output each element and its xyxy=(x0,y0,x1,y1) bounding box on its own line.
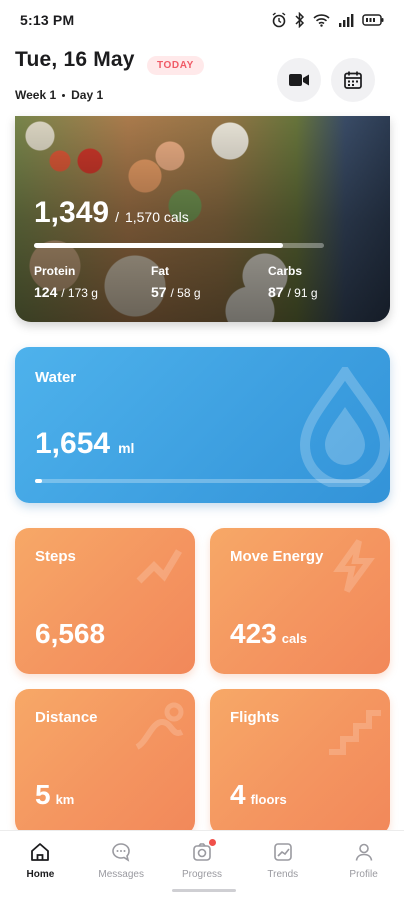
water-drop-icon xyxy=(299,367,390,487)
macro-protein: Protein 124 / 173 g xyxy=(34,264,98,300)
move-energy-label: Move Energy xyxy=(230,548,324,565)
chat-bubble-icon xyxy=(112,843,130,862)
macro-label: Fat xyxy=(151,264,169,278)
stairs-icon xyxy=(329,710,381,755)
video-button[interactable] xyxy=(277,58,321,102)
calendar-button[interactable] xyxy=(331,58,375,102)
tab-label: Home xyxy=(26,869,55,880)
water-value: 1,654 ml xyxy=(35,427,134,461)
steps-value: 6,568 xyxy=(35,618,105,650)
water-progress-fill xyxy=(35,479,42,483)
tab-label: Profile xyxy=(349,869,378,880)
separator-dot xyxy=(62,93,66,97)
profile-person-icon xyxy=(355,843,372,861)
macro-value: 57 / 58 g xyxy=(151,284,201,300)
macro-label: Protein xyxy=(34,264,76,278)
today-badge[interactable]: TODAY xyxy=(147,56,204,75)
flights-tile[interactable]: Flights 4 floors xyxy=(210,689,390,835)
move-energy-value: 423 cals xyxy=(230,618,307,650)
flights-unit: floors xyxy=(250,792,287,807)
macro-fat: Fat 57 / 58 g xyxy=(151,264,201,300)
water-progress-bar xyxy=(35,479,370,483)
distance-label: Distance xyxy=(35,709,98,726)
bluetooth-icon xyxy=(295,12,305,28)
tab-home[interactable]: Home xyxy=(0,831,81,900)
status-time: 5:13 PM xyxy=(20,12,75,28)
macro-carbs: Carbs 87 / 91 g xyxy=(268,264,318,300)
calories-slash: / xyxy=(115,209,119,225)
calories-progress-fill xyxy=(34,243,284,248)
distance-amount: 5 xyxy=(35,779,51,810)
day-label: Day 1 xyxy=(71,88,104,102)
distance-tile[interactable]: Distance 5 km xyxy=(15,689,195,835)
week-day-line: Week 1 Day 1 xyxy=(15,88,103,102)
steps-label: Steps xyxy=(35,548,76,565)
calories-consumed: 1,349 xyxy=(34,196,110,229)
steps-icon xyxy=(136,549,183,584)
water-amount: 1,654 xyxy=(35,427,111,460)
distance-unit: km xyxy=(55,792,75,807)
macro-label: Carbs xyxy=(268,264,303,278)
water-label: Water xyxy=(35,369,77,386)
alarm-icon xyxy=(272,12,286,28)
water-card[interactable]: Water 1,654 ml xyxy=(15,347,390,503)
move-energy-tile[interactable]: Move Energy 423 cals xyxy=(210,528,390,674)
calendar-icon xyxy=(344,71,362,89)
signal-icon xyxy=(339,14,354,27)
tab-trends[interactable]: Trends xyxy=(242,831,323,900)
header: Tue, 16 May TODAY Week 1 Day 1 xyxy=(0,48,404,108)
distance-icon xyxy=(135,702,184,750)
home-icon xyxy=(31,843,50,861)
calories-summary: 1,349 / 1,570 cals xyxy=(34,196,189,230)
flights-label: Flights xyxy=(230,709,280,726)
water-unit: ml xyxy=(118,440,135,456)
week-label: Week 1 xyxy=(15,88,57,102)
home-indicator xyxy=(172,889,236,892)
tab-messages[interactable]: Messages xyxy=(81,831,162,900)
trends-chart-icon xyxy=(273,843,292,861)
battery-icon xyxy=(362,14,384,26)
status-bar: 5:13 PM xyxy=(0,0,404,40)
tab-label: Progress xyxy=(181,869,222,880)
steps-count: 6,568 xyxy=(35,618,106,649)
distance-value: 5 km xyxy=(35,779,74,811)
tab-label: Messages xyxy=(98,869,144,880)
macro-value: 124 / 173 g xyxy=(34,284,98,300)
status-icons xyxy=(271,12,384,28)
wifi-icon xyxy=(313,14,330,27)
nutrition-card[interactable]: 1,349 / 1,570 cals Protein 124 / 173 g F… xyxy=(15,116,390,322)
move-energy-unit: cals xyxy=(281,631,308,646)
macro-value: 87 / 91 g xyxy=(268,284,318,300)
move-energy-amount: 423 xyxy=(230,618,277,649)
tab-profile[interactable]: Profile xyxy=(323,831,404,900)
flights-amount: 4 xyxy=(230,779,246,810)
calories-progress-bar xyxy=(34,243,324,248)
flights-value: 4 floors xyxy=(230,779,287,811)
calories-goal: 1,570 cals xyxy=(124,209,189,225)
video-camera-icon xyxy=(289,74,309,86)
notification-dot xyxy=(208,839,216,846)
tab-label: Trends xyxy=(267,869,299,880)
steps-tile[interactable]: Steps 6,568 xyxy=(15,528,195,674)
energy-icon xyxy=(333,539,375,593)
